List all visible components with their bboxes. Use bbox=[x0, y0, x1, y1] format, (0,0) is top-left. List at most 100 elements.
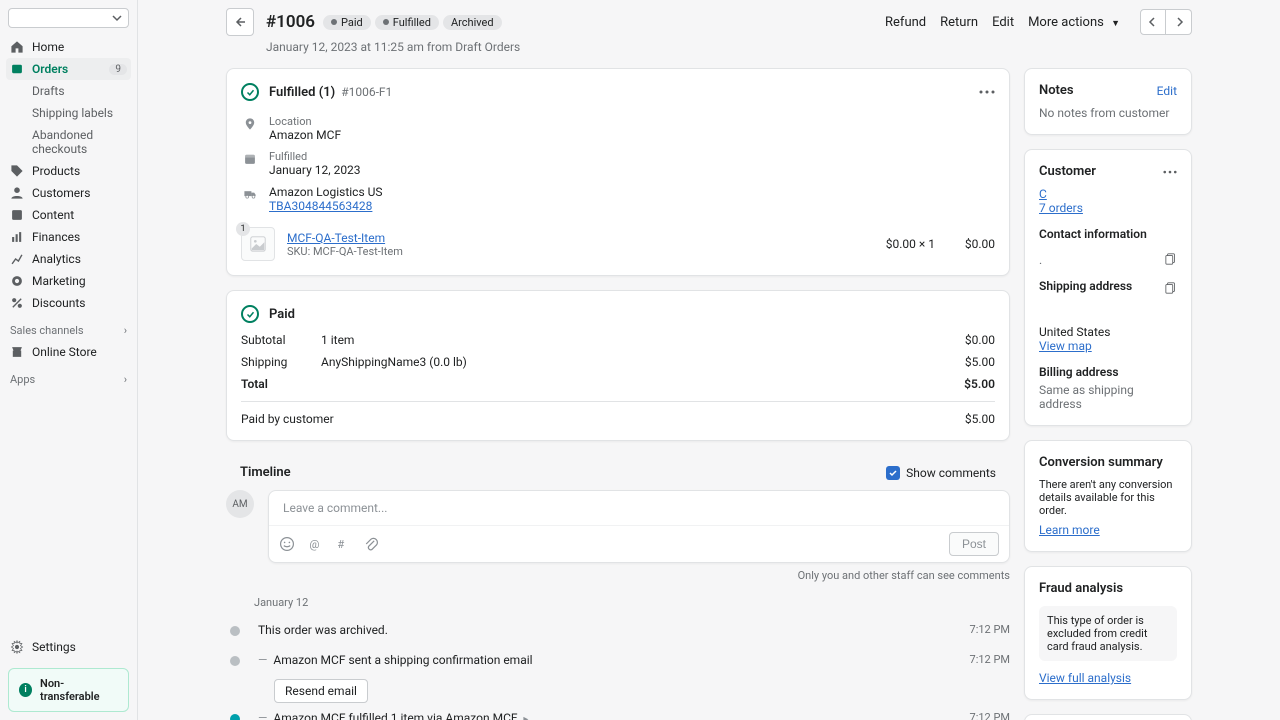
non-transferable-banner[interactable]: i Non-transferable bbox=[8, 668, 129, 712]
fulfilled-title: Fulfilled (1) bbox=[269, 85, 335, 100]
attachment-icon[interactable] bbox=[363, 536, 379, 552]
hashtag-icon[interactable]: # bbox=[335, 536, 351, 552]
timeline-event: — Amazon MCF sent a shipping confirmatio… bbox=[226, 645, 1010, 675]
image-placeholder-icon bbox=[249, 235, 267, 253]
collapse-toggle[interactable]: — bbox=[258, 653, 267, 667]
nav-orders[interactable]: Orders 9 bbox=[6, 58, 131, 80]
apps-header[interactable]: Apps › bbox=[0, 363, 137, 390]
fulfillment-id: #1006-F1 bbox=[341, 85, 392, 99]
sales-channels-header[interactable]: Sales channels › bbox=[0, 314, 137, 341]
subtotal-qty: 1 item bbox=[321, 333, 965, 347]
timeline-event: This order was archived. 7:12 PM bbox=[226, 615, 1010, 645]
conversion-card: Conversion summary There aren't any conv… bbox=[1024, 440, 1192, 552]
contact-info-title: Contact information bbox=[1039, 227, 1147, 241]
line-item-row: 1 MCF-QA-Test-Item SKU: MCF-QA-Test-Item… bbox=[227, 217, 1009, 275]
user-avatar: AM bbox=[226, 490, 254, 518]
edit-button[interactable]: Edit bbox=[992, 15, 1014, 30]
notes-card: Notes Edit No notes from customer bbox=[1024, 68, 1192, 135]
badge-archived: Archived bbox=[443, 15, 502, 30]
fraud-title: Fraud analysis bbox=[1039, 581, 1177, 596]
nav-finances[interactable]: Finances bbox=[0, 226, 137, 248]
svg-text:@: @ bbox=[309, 538, 319, 551]
checkbox-checked-icon bbox=[886, 466, 900, 480]
view-map-link[interactable]: View map bbox=[1039, 339, 1177, 353]
contact-value: . bbox=[1039, 253, 1042, 267]
discounts-icon bbox=[10, 296, 24, 310]
paid-title: Paid bbox=[269, 307, 295, 322]
customer-orders-link[interactable]: 7 orders bbox=[1039, 201, 1177, 215]
show-comments-toggle[interactable]: Show comments bbox=[886, 466, 996, 480]
caret-down-icon: ▼ bbox=[1111, 19, 1120, 29]
comment-hint: Only you and other staff can see comment… bbox=[226, 563, 1010, 582]
collapse-toggle[interactable]: — bbox=[258, 711, 267, 720]
dots-horizontal-icon bbox=[1163, 170, 1177, 174]
next-order-button[interactable] bbox=[1166, 9, 1192, 35]
customer-more-button[interactable] bbox=[1163, 170, 1177, 174]
nav-products[interactable]: Products bbox=[0, 160, 137, 182]
total-label: Total bbox=[241, 377, 321, 391]
customers-icon bbox=[10, 186, 24, 200]
nav-discounts[interactable]: Discounts bbox=[0, 292, 137, 314]
qty-badge: 1 bbox=[236, 222, 250, 236]
finances-icon bbox=[10, 230, 24, 244]
nav-settings[interactable]: Settings bbox=[0, 634, 137, 660]
post-button[interactable]: Post bbox=[949, 532, 999, 556]
dots-horizontal-icon bbox=[979, 90, 995, 94]
copy-shipping-button[interactable] bbox=[1165, 282, 1177, 294]
conversion-title: Conversion summary bbox=[1039, 455, 1177, 470]
paid-by-label: Paid by customer bbox=[241, 412, 965, 426]
badge-fulfilled: Fulfilled bbox=[375, 15, 439, 30]
timeline-text: This order was archived. bbox=[258, 623, 970, 637]
billing-same-text: Same as shipping address bbox=[1039, 383, 1177, 411]
nav-customers[interactable]: Customers bbox=[0, 182, 137, 204]
nav-content[interactable]: Content bbox=[0, 204, 137, 226]
nav-drafts[interactable]: Drafts bbox=[0, 80, 137, 102]
paid-by-amount: $5.00 bbox=[965, 412, 995, 426]
prev-order-button[interactable] bbox=[1140, 9, 1166, 35]
line-item-total: $0.00 bbox=[935, 237, 995, 251]
nav-home-label: Home bbox=[32, 40, 64, 54]
shipping-amount: $5.00 bbox=[965, 355, 995, 369]
tracking-link[interactable]: TBA304844563428 bbox=[269, 199, 383, 213]
svg-text:#: # bbox=[337, 538, 344, 551]
line-item-name[interactable]: MCF-QA-Test-Item bbox=[287, 231, 403, 245]
order-number: #1006 bbox=[266, 12, 315, 32]
customer-name-link[interactable]: C bbox=[1039, 187, 1177, 201]
nav-shipping-labels[interactable]: Shipping labels bbox=[0, 102, 137, 124]
return-button[interactable]: Return bbox=[940, 15, 978, 30]
resend-email-button[interactable]: Resend email bbox=[274, 679, 368, 703]
nav-home[interactable]: Home bbox=[0, 36, 137, 58]
fulfillment-more-button[interactable] bbox=[979, 90, 995, 94]
timeline-dot-icon bbox=[230, 626, 240, 636]
timeline-time: 7:12 PM bbox=[970, 653, 1010, 666]
gear-icon bbox=[10, 640, 24, 654]
notes-edit-button[interactable]: Edit bbox=[1157, 84, 1177, 98]
more-actions-button[interactable]: More actions ▼ bbox=[1028, 15, 1120, 30]
chevron-right-icon bbox=[1174, 17, 1184, 27]
copy-contact-button[interactable] bbox=[1165, 253, 1177, 267]
conversion-learn-more-link[interactable]: Learn more bbox=[1039, 523, 1177, 537]
refund-button[interactable]: Refund bbox=[885, 15, 926, 30]
fulfilled-date: January 12, 2023 bbox=[269, 163, 361, 177]
nav-abandoned-checkouts[interactable]: Abandoned checkouts bbox=[0, 124, 137, 160]
nav-online-store[interactable]: Online Store bbox=[0, 341, 137, 363]
location-value: Amazon MCF bbox=[269, 128, 341, 142]
nav-analytics[interactable]: Analytics bbox=[0, 248, 137, 270]
chevron-right-icon: › bbox=[124, 373, 127, 386]
shipping-country: United States bbox=[1039, 325, 1177, 339]
timeline-dot-icon bbox=[230, 656, 240, 666]
shipping-address-title: Shipping address bbox=[1039, 279, 1132, 293]
timeline-dot-icon bbox=[230, 714, 240, 720]
notes-empty-text: No notes from customer bbox=[1039, 106, 1177, 120]
store-selector[interactable] bbox=[8, 8, 129, 28]
truck-icon bbox=[241, 185, 259, 201]
caret-right-icon[interactable]: ▸ bbox=[523, 714, 528, 720]
comment-input[interactable]: Leave a comment... bbox=[269, 491, 1009, 526]
mention-icon[interactable]: @ bbox=[307, 536, 323, 552]
nav-marketing[interactable]: Marketing bbox=[0, 270, 137, 292]
emoji-icon[interactable] bbox=[279, 536, 295, 552]
timeline-event: — Amazon MCF fulfilled 1 item via Amazon… bbox=[226, 703, 1010, 720]
check-circle-icon bbox=[241, 305, 259, 323]
view-full-analysis-link[interactable]: View full analysis bbox=[1039, 671, 1177, 685]
back-button[interactable] bbox=[226, 8, 254, 36]
